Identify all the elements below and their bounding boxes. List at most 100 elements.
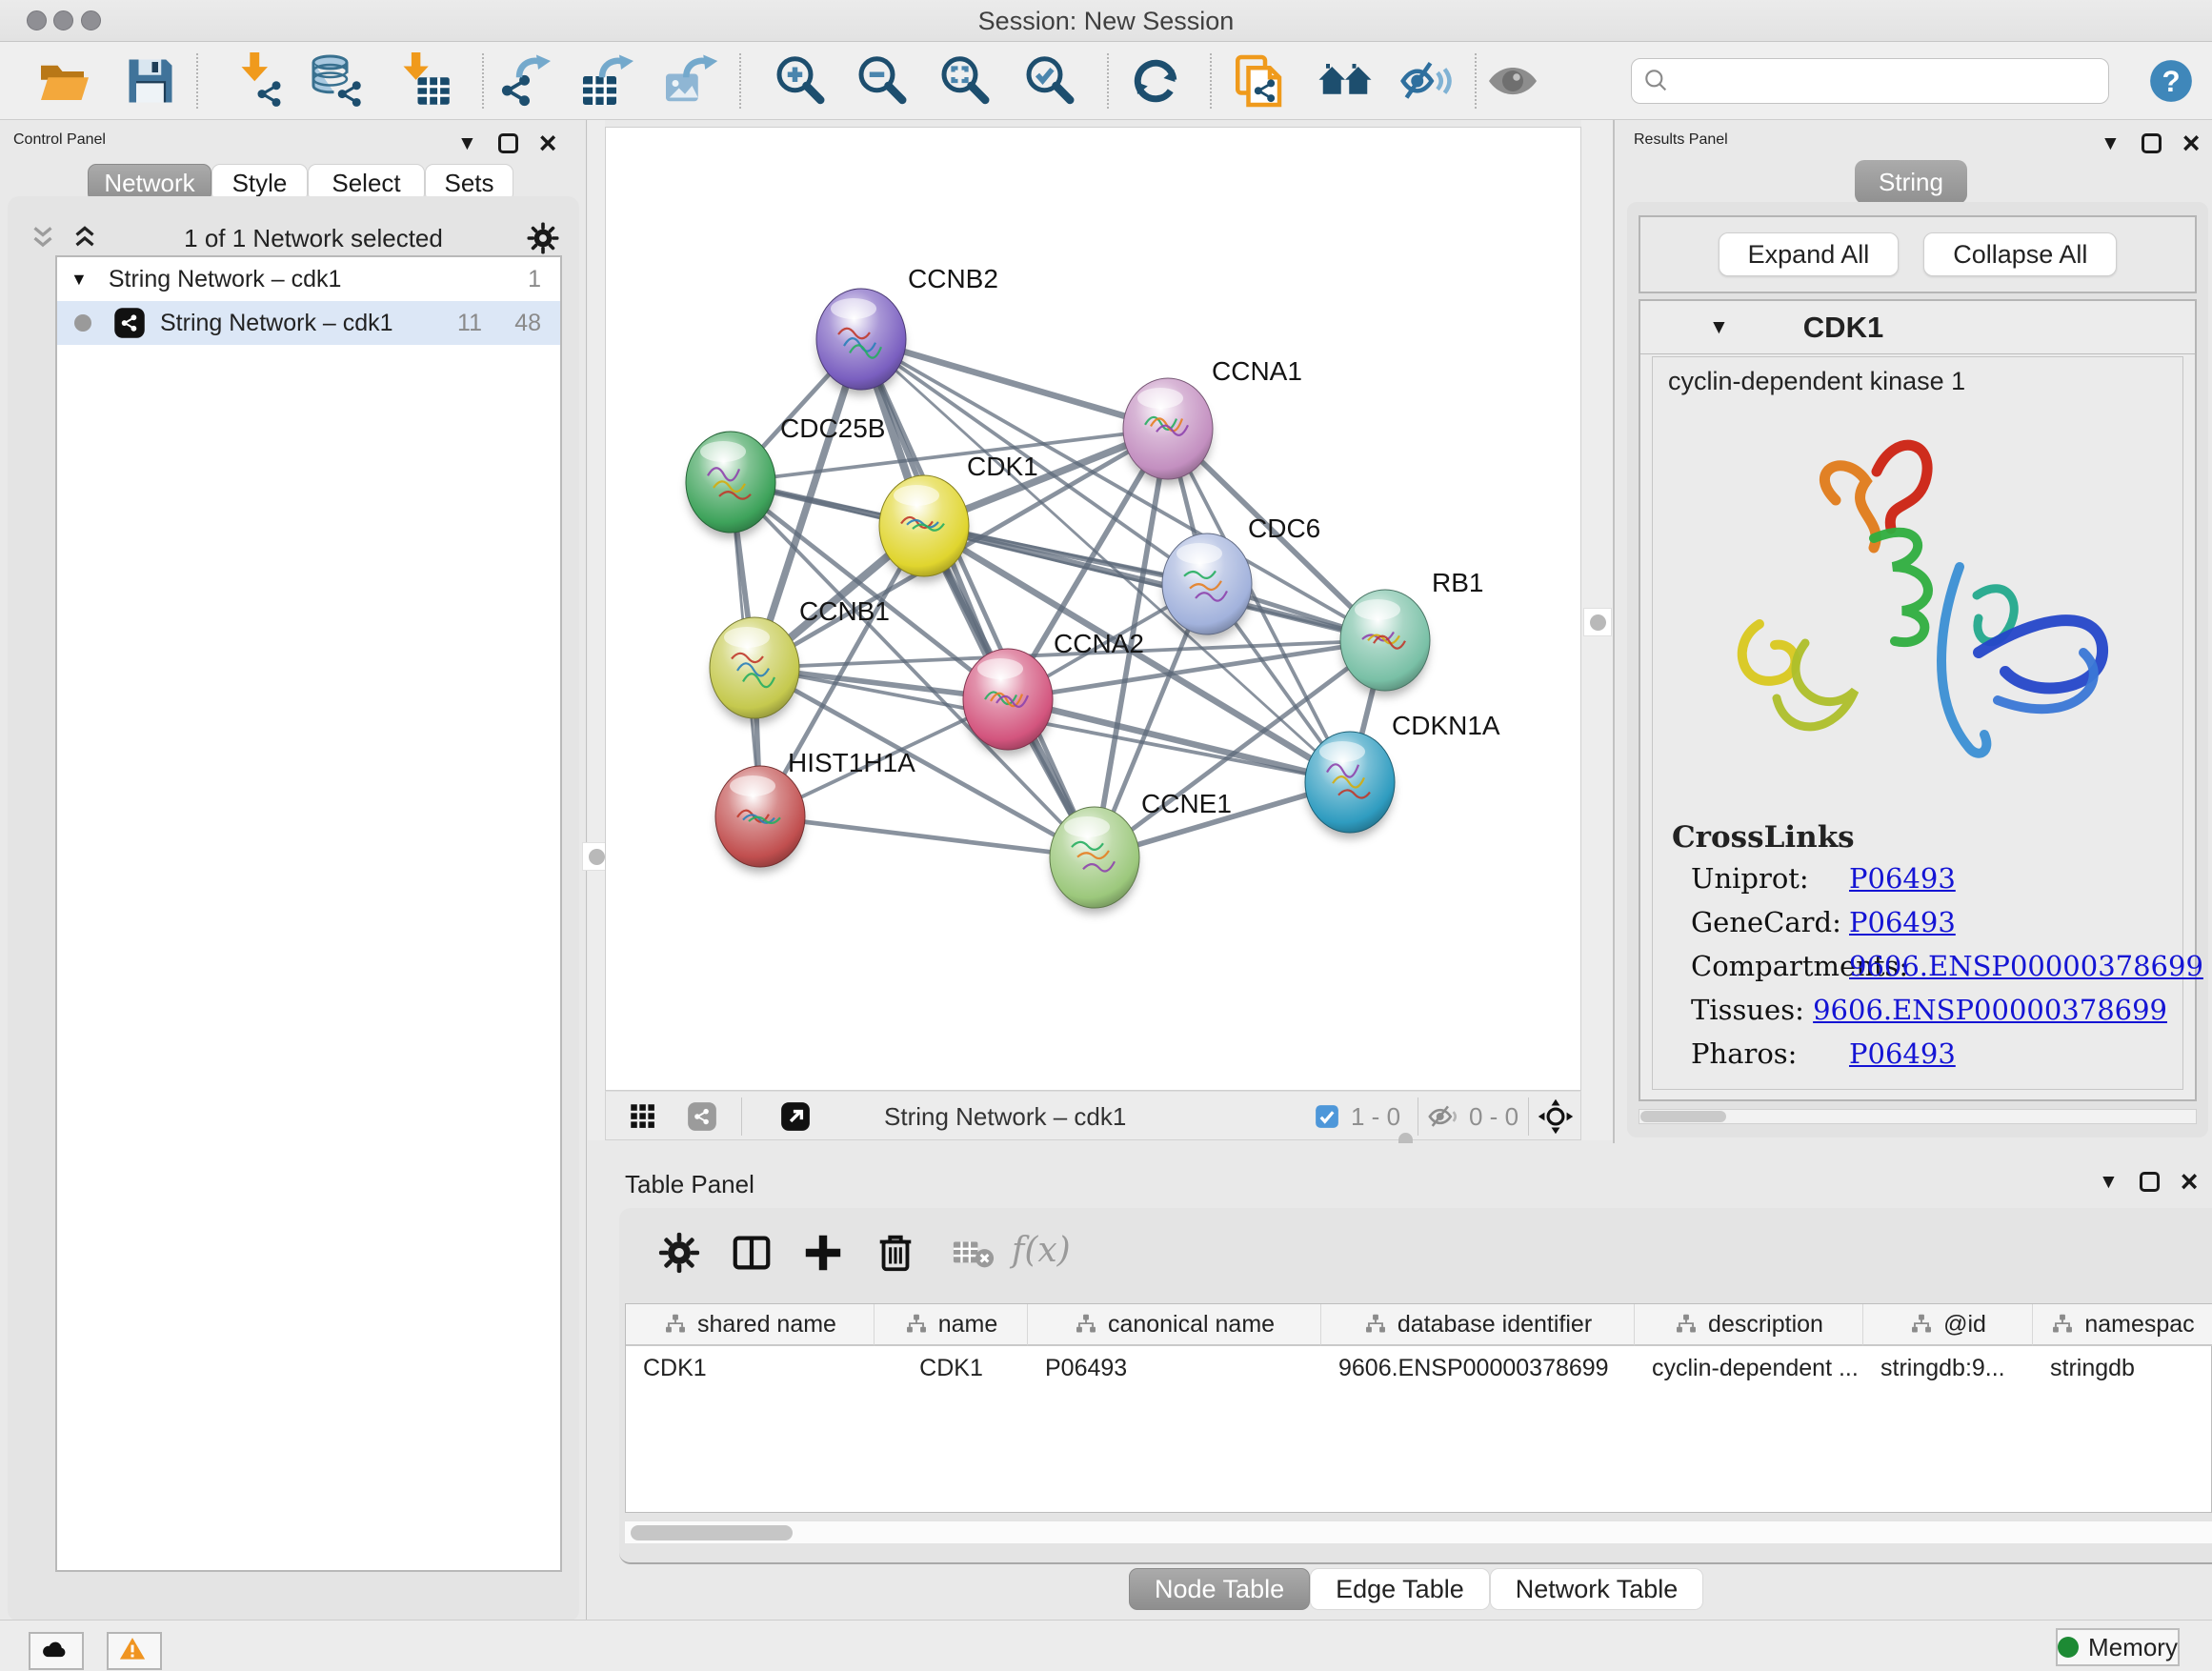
table-cell[interactable]: stringdb:9... — [1863, 1348, 2033, 1388]
search-field[interactable] — [1672, 62, 2108, 100]
detach-view-icon[interactable] — [779, 1100, 812, 1133]
results-scrollbar[interactable] — [1639, 1109, 2197, 1124]
collapse-all-button[interactable]: Collapse All — [1923, 232, 2117, 276]
crosslink-link[interactable]: P06493 — [1849, 906, 1956, 938]
crosslink-link[interactable]: 9606.ENSP00000378699 — [1813, 994, 2167, 1026]
save-session-icon[interactable] — [122, 52, 179, 110]
import-table-icon[interactable] — [396, 52, 453, 110]
collapse-all-networks-icon[interactable] — [27, 222, 59, 254]
memory-label: Memory — [2088, 1633, 2178, 1662]
grid-view-icon[interactable] — [627, 1100, 659, 1133]
crosslink-label: Uniprot: — [1691, 862, 1849, 895]
network-node-CCNB2[interactable]: CCNB2 — [816, 264, 998, 395]
table-options-gear-icon[interactable] — [657, 1231, 701, 1275]
column-header-shared-name[interactable]: shared name — [626, 1304, 875, 1346]
node-label-CDKN1A: CDKN1A — [1392, 711, 1500, 740]
float-results-icon[interactable] — [2142, 133, 2162, 153]
tab-network-table[interactable]: Network Table — [1490, 1568, 1704, 1610]
column-header--id[interactable]: @id — [1863, 1304, 2033, 1346]
clone-network-icon[interactable] — [1232, 52, 1289, 110]
left-splitter[interactable] — [588, 120, 605, 1143]
column-header-name[interactable]: name — [875, 1304, 1028, 1346]
table-cell[interactable]: stringdb — [2033, 1348, 2212, 1388]
gene-collapse-icon[interactable]: ▼ — [1709, 317, 1729, 337]
memory-button[interactable]: Memory — [2056, 1628, 2180, 1666]
network-node-CDKN1A[interactable]: CDKN1A — [1305, 711, 1500, 838]
help-icon[interactable]: ? — [2147, 57, 2195, 105]
open-session-icon[interactable] — [36, 52, 93, 110]
cloud-icon — [40, 1635, 72, 1667]
warnings-button[interactable] — [107, 1632, 162, 1670]
eye-icon[interactable] — [1484, 52, 1541, 110]
import-network-icon[interactable] — [230, 52, 287, 110]
toggle-visibility-icon[interactable] — [1399, 52, 1457, 110]
tab-edge-table[interactable]: Edge Table — [1310, 1568, 1490, 1610]
export-image-icon[interactable] — [661, 52, 718, 110]
string-results-container: Expand All Collapse All ▼ CDK1 cyclin-de… — [1627, 202, 2208, 1137]
float-panel-icon[interactable] — [498, 133, 518, 153]
network-node-HIST1H1A[interactable]: HIST1H1A — [715, 748, 915, 873]
right-splitter[interactable] — [1581, 120, 1613, 1143]
network-node-CCNE1[interactable]: CCNE1 — [1050, 789, 1232, 914]
search-input[interactable] — [1631, 58, 2109, 104]
network-row[interactable]: String Network – cdk1 11 48 — [57, 301, 560, 345]
collapse-results-icon[interactable]: ▼ — [2101, 133, 2121, 153]
table-cell[interactable]: cyclin-dependent ... — [1635, 1348, 1863, 1388]
table-cell[interactable]: 9606.ENSP00000378699 — [1321, 1348, 1635, 1388]
tree-expand-icon[interactable]: ▼ — [70, 270, 88, 290]
cloud-status-button[interactable] — [29, 1632, 84, 1670]
svg-text:?: ? — [2162, 65, 2180, 98]
network-options-gear-icon[interactable] — [526, 221, 560, 255]
hidden-eye-slash-icon[interactable] — [1427, 1100, 1459, 1133]
crosslink-row: Uniprot:P06493 — [1691, 862, 2167, 895]
navigator-crosshair-icon[interactable] — [1538, 1098, 1574, 1135]
results-panel: Results Panel ▼ × String Expand All Coll… — [1613, 120, 2212, 1143]
tab-string[interactable]: String — [1855, 160, 1967, 204]
home-icon[interactable] — [1317, 52, 1374, 110]
expand-all-networks-icon[interactable] — [69, 222, 101, 254]
zoom-out-icon[interactable] — [854, 52, 911, 110]
selected-checkbox-icon[interactable] — [1313, 1102, 1341, 1131]
zoom-in-icon[interactable] — [772, 52, 829, 110]
refresh-icon[interactable] — [1127, 52, 1184, 110]
column-header-canonical-name[interactable]: canonical name — [1028, 1304, 1321, 1346]
crosslink-row: Pharos:P06493 — [1691, 1037, 2167, 1070]
table-tabs: Node TableEdge TableNetwork Table — [1129, 1568, 1703, 1610]
table-cell[interactable]: CDK1 — [875, 1348, 1028, 1388]
gene-section: ▼ CDK1 cyclin-dependent kinase 1 CrossLi… — [1639, 299, 2197, 1101]
crosslink-label: Tissues: — [1691, 994, 1813, 1026]
network-share-icon[interactable] — [686, 1100, 718, 1133]
table-hscrollbar[interactable] — [625, 1520, 2212, 1543]
network-collection-row[interactable]: ▼ String Network – cdk1 1 — [57, 257, 560, 301]
network-node-RB1[interactable]: RB1 — [1340, 568, 1483, 696]
export-network-icon[interactable] — [495, 52, 553, 110]
crosslink-link[interactable]: 9606.ENSP00000378699 — [1849, 950, 2203, 982]
float-table-icon[interactable] — [2140, 1172, 2160, 1192]
import-database-icon[interactable] — [309, 52, 366, 110]
column-header-namespac[interactable]: namespac — [2033, 1304, 2212, 1346]
column-type-icon — [1363, 1312, 1388, 1337]
network-canvas[interactable]: CCNB2 CCNA1 CDC25B CDK1 CDC6 R — [605, 127, 1581, 1091]
crosslink-link[interactable]: P06493 — [1849, 862, 1956, 895]
close-table-icon[interactable]: × — [2181, 1172, 2199, 1192]
column-header-database-identifier[interactable]: database identifier — [1321, 1304, 1635, 1346]
network-node-CCNA1[interactable]: CCNA1 — [1123, 356, 1302, 485]
close-results-icon[interactable]: × — [2182, 133, 2201, 153]
add-column-icon[interactable] — [801, 1231, 845, 1275]
column-header-description[interactable]: description — [1635, 1304, 1863, 1346]
show-columns-icon[interactable] — [730, 1231, 774, 1275]
crosslink-row: GeneCard:P06493 — [1691, 906, 2167, 938]
export-table-icon[interactable] — [578, 52, 635, 110]
network-node-CCNB1[interactable]: CCNB1 — [710, 596, 890, 724]
collapse-panel-icon[interactable]: ▼ — [457, 133, 477, 153]
tab-node-table[interactable]: Node Table — [1129, 1568, 1310, 1610]
zoom-selected-icon[interactable] — [1021, 52, 1078, 110]
expand-all-button[interactable]: Expand All — [1719, 232, 1900, 276]
table-cell[interactable]: CDK1 — [626, 1348, 875, 1388]
close-panel-icon[interactable]: × — [539, 133, 557, 153]
zoom-fit-icon[interactable] — [936, 52, 994, 110]
delete-column-icon[interactable] — [874, 1231, 917, 1275]
collapse-table-icon[interactable]: ▼ — [2099, 1172, 2119, 1192]
crosslink-link[interactable]: P06493 — [1849, 1037, 1956, 1070]
table-cell[interactable]: P06493 — [1028, 1348, 1321, 1388]
